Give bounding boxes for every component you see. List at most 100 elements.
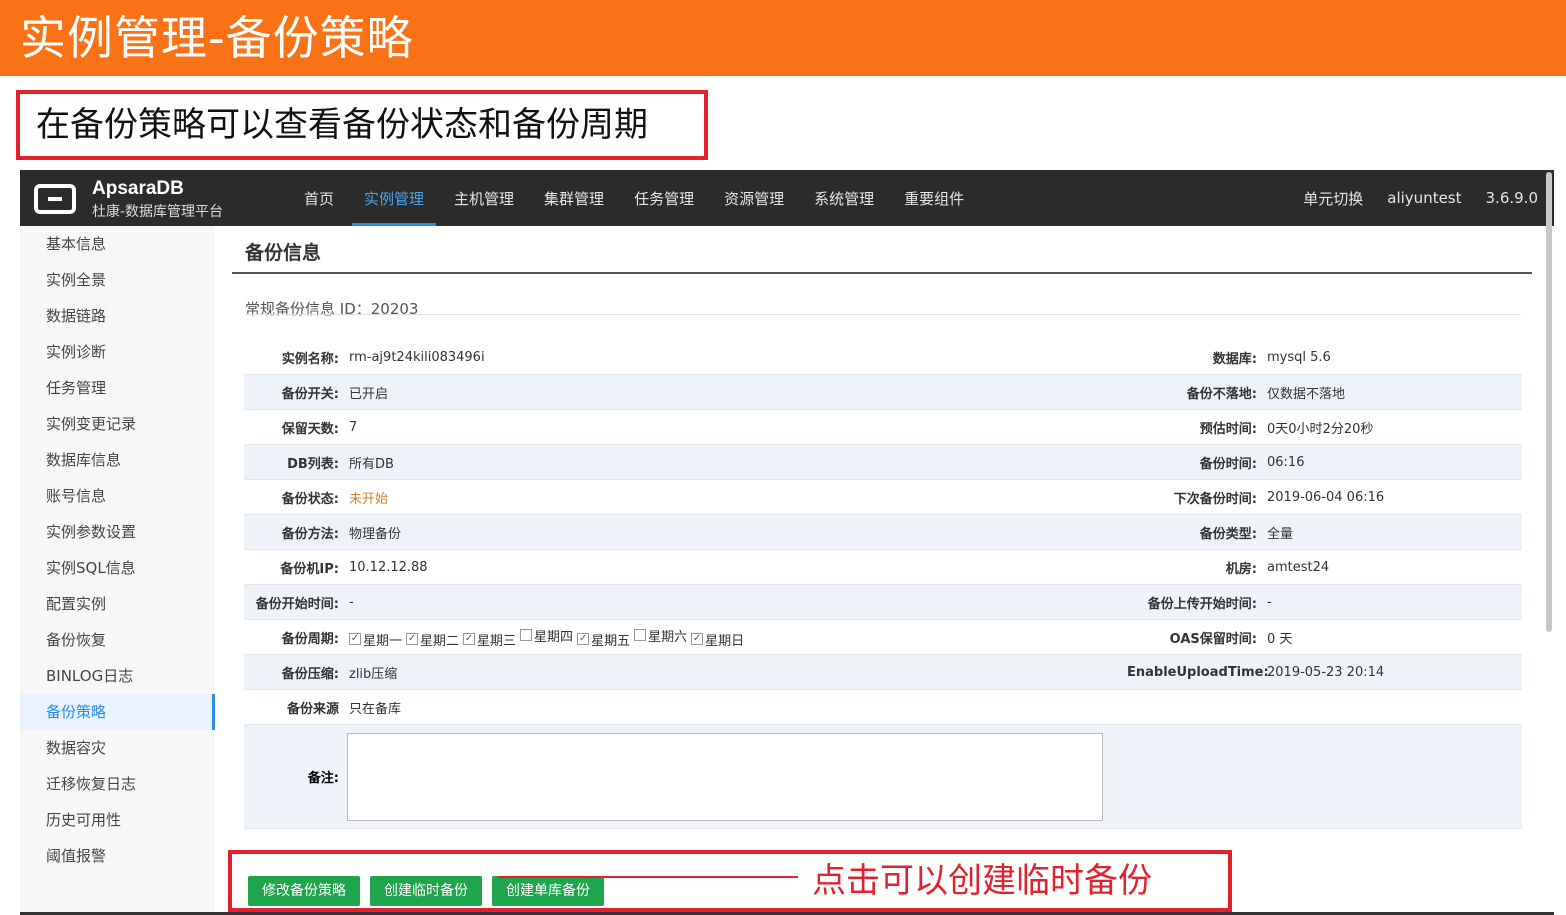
field-label: 保留天数: <box>281 421 339 437</box>
field-label: 备份压缩: <box>281 666 339 682</box>
field-value-right: 全量 <box>1267 526 1294 542</box>
main-nav: 首页 实例管理 主机管理 集群管理 任务管理 资源管理 系统管理 重要组件 <box>292 170 982 226</box>
weekday-checkbox[interactable]: ✓ 星期日 <box>691 630 744 649</box>
field-value: 只在备库 <box>349 701 402 717</box>
field-label: DB列表: <box>287 456 339 472</box>
section-divider <box>232 272 1532 274</box>
vertical-scrollbar[interactable] <box>1546 172 1552 632</box>
description-box: 在备份策略可以查看备份状态和备份周期 <box>16 90 708 160</box>
weekday-checkbox[interactable]: 星期四 <box>520 626 573 645</box>
field-value-right: 仅数据不落地 <box>1267 386 1346 402</box>
field-value: 物理备份 <box>349 526 402 542</box>
field-label-right: 预估时间: <box>1199 421 1257 437</box>
sidebar-item[interactable]: 数据库信息 <box>20 442 215 478</box>
weekday-label: 星期五 <box>591 633 631 649</box>
info-row: 备份状态: 未开始 下次备份时间: 2019-06-04 06:16 <box>244 480 1522 515</box>
remark-textarea[interactable] <box>347 732 1103 821</box>
field-value-right: 2019-06-04 06:16 <box>1267 489 1385 505</box>
field-value: zlib压缩 <box>349 666 398 682</box>
nav-item[interactable]: 实例管理 <box>352 170 437 226</box>
field-value-right: 0 天 <box>1267 631 1293 647</box>
top-right-menu: 单元切换 aliyuntest 3.6.9.0 <box>1279 170 1538 226</box>
remark-label: 备注: <box>307 771 339 786</box>
weekday-checkbox[interactable]: 星期六 <box>634 626 687 645</box>
nav-item[interactable]: 任务管理 <box>622 170 706 226</box>
weekday-checkbox[interactable]: ✓ 星期三 <box>463 630 516 649</box>
field-value: 已开启 <box>349 386 389 402</box>
sidebar-item[interactable]: 数据容灾 <box>20 730 215 766</box>
field-value: 7 <box>349 419 358 435</box>
field-label-right: EnableUploadTime: <box>1127 664 1269 680</box>
field-label: 备份开始时间: <box>255 596 339 612</box>
sidebar-item[interactable]: 历史可用性 <box>20 802 215 838</box>
callout-pointer-line <box>498 876 798 878</box>
weekday-label: 星期三 <box>477 633 517 649</box>
field-label-right: 备份上传开始时间: <box>1147 596 1257 612</box>
weekday-label: 星期一 <box>363 633 403 649</box>
slide-header: 实例管理-备份策略 <box>0 0 1566 76</box>
checkbox-checked-icon: ✓ <box>577 633 590 645</box>
info-row: 备份压缩: zlib压缩 EnableUploadTime: 2019-05-23 2… <box>244 655 1522 690</box>
field-label-right: 备份不落地: <box>1186 386 1257 402</box>
field-value: 10.12.12.88 <box>349 559 428 575</box>
sidebar-item[interactable]: 实例参数设置 <box>20 514 215 550</box>
field-value: rm-aj9t24kili083496i <box>349 349 485 365</box>
top-navbar: ApsaraDB 杜康-数据库管理平台 首页 实例管理 主机管理 集群管理 任务管理 资源… <box>20 170 1554 226</box>
nav-item[interactable]: 集群管理 <box>532 170 616 226</box>
slide-title: 实例管理-备份策略 <box>20 11 414 65</box>
sidebar-item[interactable]: 实例全景 <box>20 262 215 298</box>
section-title: 备份信息 <box>245 242 322 264</box>
weekday-checkbox[interactable]: ✓ 星期一 <box>349 630 402 649</box>
checkbox-unchecked-icon <box>634 629 647 641</box>
sidebar-item[interactable]: 基本信息 <box>20 226 215 262</box>
field-value: 未开始 <box>349 491 389 507</box>
field-value-right: 06:16 <box>1267 454 1305 470</box>
sidebar-item[interactable]: 实例SQL信息 <box>20 550 215 586</box>
logo-subtitle: 杜康-数据库管理平台 <box>92 204 224 220</box>
weekday-label: 星期六 <box>648 629 688 645</box>
apsaradb-logo-icon <box>34 184 76 214</box>
nav-item[interactable]: 首页 <box>292 170 346 226</box>
remark-row: 备注: <box>244 725 1522 829</box>
user-menu[interactable]: aliyuntest <box>1387 189 1461 207</box>
logo-name: ApsaraDB <box>92 178 184 199</box>
unit-switch-menu[interactable]: 单元切换 <box>1303 188 1363 209</box>
field-label-right: 机房: <box>1225 561 1257 577</box>
sidebar-item[interactable]: 阈值报警 <box>20 838 215 874</box>
sidebar-item[interactable]: BINLOG日志 <box>20 658 215 694</box>
nav-item[interactable]: 重要组件 <box>892 170 976 226</box>
field-value-right: 2019-05-23 20:14 <box>1267 664 1385 680</box>
nav-item[interactable]: 系统管理 <box>802 170 886 226</box>
field-label: 备份状态: <box>281 491 339 507</box>
sidebar-item[interactable]: 迁移恢复日志 <box>20 766 215 802</box>
sidebar-item[interactable]: 备份恢复 <box>20 622 215 658</box>
sidebar-item[interactable]: 实例变更记录 <box>20 406 215 442</box>
field-label: 实例名称: <box>281 351 339 367</box>
sidebar-item[interactable]: 任务管理 <box>20 370 215 406</box>
info-row: 实例名称: rm-aj9t24kili083496i 数据库: mysql 5.6 <box>244 340 1522 375</box>
callout-text: 点击可以创建临时备份 <box>812 861 1152 901</box>
sidebar-item[interactable]: 账号信息 <box>20 478 215 514</box>
field-label: 备份周期: <box>281 631 339 647</box>
backup-id-divider <box>245 314 1521 315</box>
weekday-label: 星期日 <box>705 633 745 649</box>
sidebar-item[interactable]: 备份策略 <box>20 694 215 730</box>
field-value-right: amtest24 <box>1267 559 1330 575</box>
field-value: - <box>349 594 354 610</box>
info-row: 备份方法: 物理备份 备份类型: 全量 <box>244 515 1522 550</box>
nav-item[interactable]: 主机管理 <box>442 170 526 226</box>
weekday-checkbox[interactable]: ✓ 星期二 <box>406 630 459 649</box>
backup-info-table: 实例名称: rm-aj9t24kili083496i 数据库: mysql 5.6 备份… <box>244 340 1522 829</box>
sidebar-item[interactable]: 数据链路 <box>20 298 215 334</box>
nav-item[interactable]: 资源管理 <box>712 170 796 226</box>
field-label: 备份方法: <box>281 526 339 542</box>
info-row: 备份开关: 已开启 备份不落地: 仅数据不落地 <box>244 375 1522 410</box>
sidebar-item[interactable]: 实例诊断 <box>20 334 215 370</box>
sidebar-item[interactable]: 配置实例 <box>20 586 215 622</box>
field-value: ✓ 星期一 ✓ 星期二 ✓ 星期三 星期四 ✓ 星期五 星期六 ✓ 星期日 <box>347 626 1127 649</box>
version-label: 3.6.9.0 <box>1485 189 1538 207</box>
backup-id: 常规备份信息 ID：20203 <box>245 300 419 318</box>
weekday-checkbox[interactable]: ✓ 星期五 <box>577 630 630 649</box>
field-value-right: - <box>1267 594 1272 610</box>
app-window: ApsaraDB 杜康-数据库管理平台 首页 实例管理 主机管理 集群管理 任务管理 资源… <box>20 170 1554 915</box>
